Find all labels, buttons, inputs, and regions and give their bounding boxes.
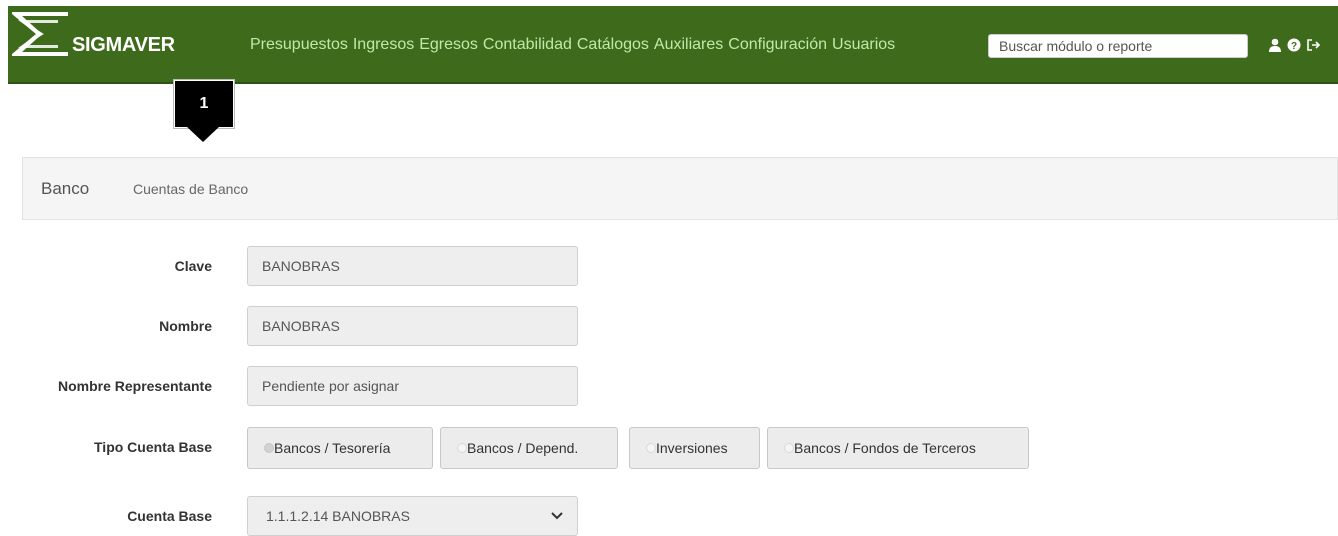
radio-selected-icon: [264, 443, 274, 453]
nombre-label: Nombre: [159, 318, 212, 334]
radio-unselected-icon: [646, 443, 656, 453]
radio-label: Bancos / Depend.: [467, 440, 579, 456]
nombre-field[interactable]: BANOBRAS: [247, 306, 578, 346]
breadcrumb-section[interactable]: Banco: [41, 179, 89, 199]
top-navbar: SIGMAVER Presupuestos Ingresos Egresos C…: [8, 6, 1338, 84]
nav-icons: ?: [1268, 38, 1320, 52]
step-marker-pointer: [186, 126, 220, 142]
clave-field[interactable]: BANOBRAS: [247, 246, 578, 286]
main-menu: Presupuestos Ingresos Egresos Contabilid…: [250, 36, 900, 54]
clave-label: Clave: [174, 258, 212, 274]
nav-configuracion[interactable]: Configuración: [728, 36, 827, 54]
sigmaver-logo-icon: [12, 12, 68, 56]
help-icon[interactable]: ?: [1287, 38, 1301, 52]
radio-unselected-icon: [784, 443, 794, 453]
nav-egresos[interactable]: Egresos: [419, 36, 478, 54]
nav-auxiliares[interactable]: Auxiliares: [654, 36, 723, 54]
chevron-down-icon: [551, 512, 563, 520]
radio-label: Inversiones: [656, 440, 728, 456]
svg-text:?: ?: [1291, 41, 1297, 52]
brand-name[interactable]: SIGMAVER: [72, 34, 175, 57]
radio-unselected-icon: [457, 443, 467, 453]
tipo-cuenta-label: Tipo Cuenta Base: [94, 439, 212, 455]
radio-bancos-depend[interactable]: Bancos / Depend.: [440, 427, 618, 469]
radio-inversiones[interactable]: Inversiones: [629, 427, 760, 469]
radio-bancos-fondos-terceros[interactable]: Bancos / Fondos de Terceros: [767, 427, 1029, 469]
cuenta-base-select[interactable]: 1.1.1.2.14 BANOBRAS: [247, 496, 578, 536]
cuenta-base-value: 1.1.1.2.14 BANOBRAS: [266, 508, 410, 524]
nav-catalogos[interactable]: Catálogos: [577, 36, 649, 54]
breadcrumb: Banco Cuentas de Banco: [22, 157, 1338, 220]
nav-contabilidad[interactable]: Contabilidad: [483, 36, 572, 54]
nav-usuarios[interactable]: Usuarios: [832, 36, 895, 54]
nav-ingresos[interactable]: Ingresos: [353, 36, 414, 54]
cuenta-base-label: Cuenta Base: [127, 508, 212, 524]
representante-label: Nombre Representante: [57, 378, 212, 394]
logout-icon[interactable]: [1306, 38, 1320, 52]
representante-field[interactable]: Pendiente por asignar: [247, 366, 578, 406]
nav-presupuestos[interactable]: Presupuestos: [250, 36, 348, 54]
radio-label: Bancos / Fondos de Terceros: [794, 440, 976, 456]
breadcrumb-page: Cuentas de Banco: [133, 181, 249, 197]
user-icon[interactable]: [1268, 38, 1282, 52]
step-marker: 1: [173, 79, 235, 129]
search-input[interactable]: [988, 34, 1248, 58]
radio-label: Bancos / Tesorería: [274, 440, 391, 456]
radio-bancos-tesoreria[interactable]: Bancos / Tesorería: [247, 427, 433, 469]
